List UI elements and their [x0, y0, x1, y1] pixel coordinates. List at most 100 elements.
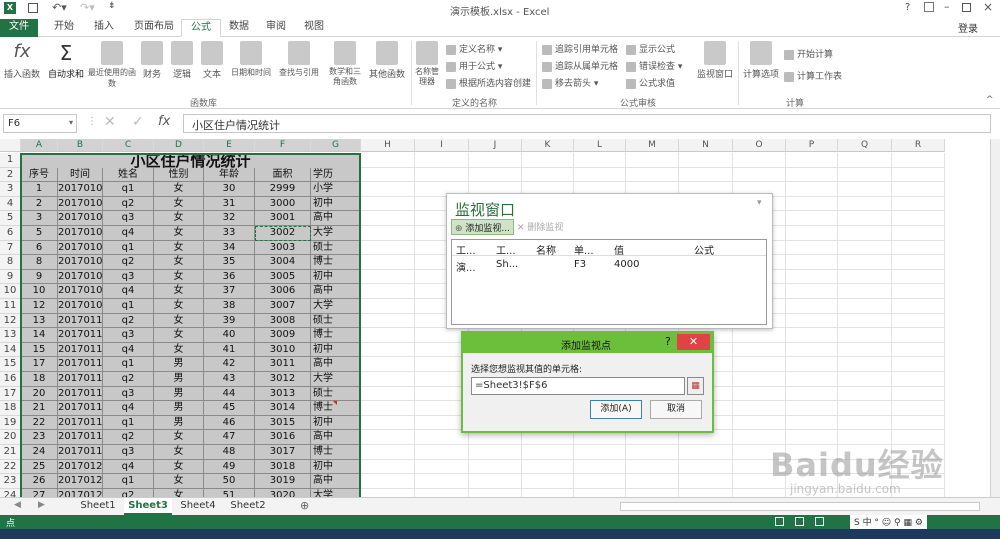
- table-cell[interactable]: 2999: [255, 182, 311, 197]
- empty-cell[interactable]: [838, 196, 892, 212]
- empty-cell[interactable]: [522, 167, 574, 183]
- empty-cell[interactable]: [786, 459, 838, 475]
- column-header-e[interactable]: E: [204, 139, 255, 152]
- table-cell[interactable]: 女: [154, 240, 204, 256]
- empty-cell[interactable]: [415, 488, 469, 497]
- watch-col-sheet[interactable]: 工...: [496, 242, 516, 257]
- table-cell[interactable]: 3004: [255, 255, 311, 270]
- trace-precedents-button[interactable]: 追踪引用单元格: [542, 42, 618, 55]
- table-cell[interactable]: 3007: [255, 299, 311, 314]
- table-cell[interactable]: 3016: [255, 430, 311, 445]
- empty-cell[interactable]: [838, 211, 892, 226]
- empty-cell[interactable]: [892, 313, 945, 329]
- empty-cell[interactable]: [626, 153, 679, 168]
- empty-cell[interactable]: [786, 269, 838, 285]
- empty-cell[interactable]: [892, 182, 945, 197]
- minimize-icon[interactable]: –: [944, 0, 950, 13]
- page-break-view-icon[interactable]: [815, 517, 824, 526]
- column-header-h[interactable]: H: [361, 139, 415, 152]
- add-watch-button[interactable]: ⊕ 添加监视...: [451, 219, 515, 235]
- table-cell[interactable]: 3010: [255, 342, 311, 358]
- row-header[interactable]: 17: [0, 386, 21, 402]
- table-cell[interactable]: q2: [103, 255, 154, 270]
- table-cell[interactable]: 3020: [255, 488, 311, 497]
- column-header-q[interactable]: Q: [838, 139, 892, 152]
- formula-input[interactable]: 小区住户情况统计: [183, 114, 991, 133]
- table-cell[interactable]: 男: [154, 357, 204, 372]
- cancel-button[interactable]: 取消: [650, 400, 702, 419]
- empty-cell[interactable]: [838, 386, 892, 402]
- table-cell[interactable]: 女: [154, 226, 204, 241]
- error-checking-button[interactable]: 错误检查 ▾: [626, 59, 682, 72]
- table-cell[interactable]: 21: [21, 401, 58, 416]
- table-cell[interactable]: 女: [154, 328, 204, 343]
- table-cell[interactable]: 女: [154, 255, 204, 270]
- empty-cell[interactable]: [733, 153, 786, 168]
- empty-cell[interactable]: [892, 255, 945, 270]
- table-cell[interactable]: 25: [21, 459, 58, 475]
- empty-cell[interactable]: [361, 445, 415, 460]
- column-header-m[interactable]: M: [626, 139, 679, 152]
- table-cell[interactable]: 高中: [311, 430, 361, 445]
- empty-cell[interactable]: [838, 284, 892, 299]
- table-cell[interactable]: 35: [204, 255, 255, 270]
- table-cell[interactable]: 1: [21, 182, 58, 197]
- table-cell[interactable]: q4: [103, 401, 154, 416]
- column-header-o[interactable]: O: [733, 139, 786, 152]
- empty-cell[interactable]: [838, 240, 892, 256]
- table-cell[interactable]: q1: [103, 415, 154, 431]
- empty-cell[interactable]: [892, 328, 945, 343]
- table-cell[interactable]: 37: [204, 284, 255, 299]
- table-cell[interactable]: 31: [204, 196, 255, 212]
- table-cell[interactable]: 女: [154, 474, 204, 489]
- table-cell[interactable]: 高中: [311, 474, 361, 489]
- empty-cell[interactable]: [838, 313, 892, 329]
- empty-cell[interactable]: [361, 386, 415, 402]
- insert-function-icon[interactable]: fx: [158, 114, 170, 129]
- table-cell[interactable]: 49: [204, 459, 255, 475]
- add-button[interactable]: 添加(A): [590, 400, 642, 419]
- empty-cell[interactable]: [892, 445, 945, 460]
- empty-cell[interactable]: [522, 474, 574, 489]
- row-header[interactable]: 5: [0, 211, 21, 226]
- empty-cell[interactable]: [838, 167, 892, 183]
- table-cell[interactable]: 36: [204, 269, 255, 285]
- normal-view-icon[interactable]: [775, 517, 784, 526]
- qat-customize-icon[interactable]: ⇟: [108, 1, 116, 11]
- table-cell[interactable]: q4: [103, 342, 154, 358]
- table-cell[interactable]: 20170119: [58, 445, 103, 460]
- table-cell[interactable]: 17: [21, 357, 58, 372]
- empty-cell[interactable]: [361, 401, 415, 416]
- table-cell[interactable]: 大学: [311, 226, 361, 241]
- row-header[interactable]: 19: [0, 415, 21, 431]
- column-header-r[interactable]: R: [892, 139, 945, 152]
- collapse-ribbon-icon[interactable]: ^: [986, 95, 994, 105]
- table-cell[interactable]: 20170105: [58, 240, 103, 256]
- tab-page-layout[interactable]: 页面布局: [128, 19, 180, 37]
- empty-cell[interactable]: [679, 488, 733, 497]
- table-cell[interactable]: 女: [154, 269, 204, 285]
- empty-cell[interactable]: [522, 153, 574, 168]
- table-cell[interactable]: 女: [154, 182, 204, 197]
- datetime-button[interactable]: 日期和时间: [228, 41, 274, 78]
- column-header-f[interactable]: F: [255, 139, 311, 152]
- table-cell[interactable]: 2: [21, 196, 58, 212]
- empty-cell[interactable]: [361, 459, 415, 475]
- table-cell[interactable]: 女: [154, 430, 204, 445]
- table-cell[interactable]: 22: [21, 415, 58, 431]
- save-icon[interactable]: [28, 3, 38, 13]
- table-cell[interactable]: 23: [21, 430, 58, 445]
- table-cell[interactable]: 女: [154, 342, 204, 358]
- table-header-cell[interactable]: 学历: [311, 167, 361, 183]
- table-cell[interactable]: 20: [21, 386, 58, 402]
- table-cell[interactable]: 20170107: [58, 269, 103, 285]
- empty-cell[interactable]: [892, 430, 945, 445]
- horizontal-scrollbar[interactable]: [620, 502, 980, 511]
- insert-function-button[interactable]: fx 插入函数: [2, 41, 42, 80]
- table-cell[interactable]: 3013: [255, 386, 311, 402]
- table-cell[interactable]: q4: [103, 459, 154, 475]
- table-cell[interactable]: 博士: [311, 255, 361, 270]
- table-cell[interactable]: 5: [21, 226, 58, 241]
- row-header[interactable]: 11: [0, 299, 21, 314]
- empty-cell[interactable]: [415, 167, 469, 183]
